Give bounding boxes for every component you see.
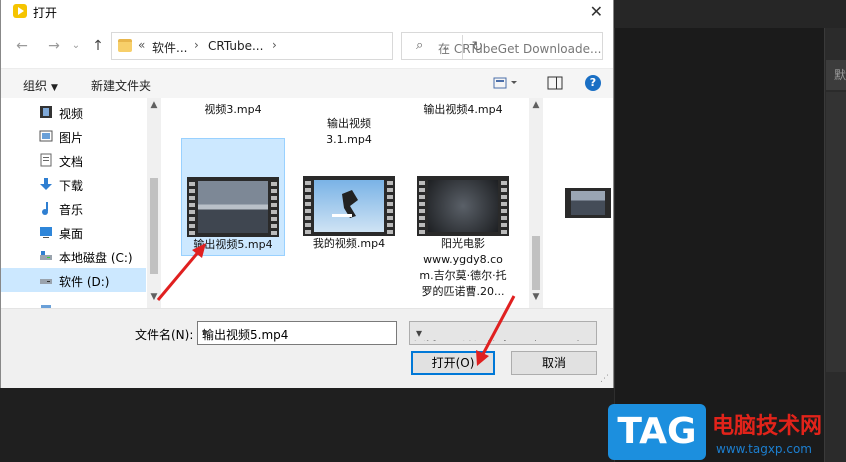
organize-menu[interactable]: 组织 ▼: [23, 77, 58, 94]
open-button[interactable]: 打开(O): [411, 351, 495, 375]
app-right-tab[interactable]: 默: [826, 60, 846, 90]
search-placeholder: 在 CRTubeGet Downloade...: [438, 42, 602, 56]
sidebar-item-label: 桌面: [59, 227, 84, 241]
breadcrumb-crtube[interactable]: CRTube...: [208, 39, 263, 53]
sidebar-item-videos[interactable]: 视频: [1, 100, 146, 124]
sidebar-item-pictures[interactable]: 图片: [1, 124, 146, 148]
desktop-icon: [39, 225, 53, 238]
sidebar-item-label: 下载: [59, 179, 84, 193]
video-icon: [39, 105, 53, 118]
file-item[interactable]: 视频3.mp4: [181, 102, 285, 118]
watermark-url: www.tagxp.com: [716, 442, 812, 456]
resize-grip-icon[interactable]: ⋰: [600, 374, 609, 384]
watermark-logo: TAG: [608, 404, 706, 460]
file-item-selected[interactable]: 输出视频5.mp4: [181, 138, 285, 256]
scrollbar-thumb[interactable]: [150, 178, 158, 274]
sidebar-item-label: 视频: [59, 107, 84, 121]
file-name: 输出视频4.mp4: [423, 103, 503, 116]
sidebar-item-drive-d[interactable]: 软件 (D:): [1, 268, 146, 292]
scrollbar-thumb[interactable]: [532, 236, 540, 290]
document-icon: [39, 153, 53, 167]
file-name: 阳光电影 www.ygdy8.co m.吉尔莫·德尔·托 罗的匹诺曹.20...: [419, 237, 507, 298]
breadcrumb-separator-icon[interactable]: ›: [194, 38, 199, 52]
dialog-titlebar: 打开 ✕: [1, 0, 613, 24]
music-icon: [39, 201, 53, 215]
command-bar: 组织 ▼ 新建文件夹 ?: [1, 68, 613, 98]
scroll-down-icon[interactable]: ▼: [147, 292, 161, 302]
file-list-scrollbar[interactable]: ▲ ▼: [529, 98, 543, 308]
search-icon: ⌕: [416, 38, 424, 53]
sidebar-item-downloads[interactable]: 下载: [1, 172, 146, 196]
help-button[interactable]: ?: [585, 75, 601, 91]
open-file-dialog: 打开 ✕ ← → ⌄ ↑ « 软件... › CRTube... › ⌄ ↻ ⌕…: [0, 0, 614, 388]
video-thumbnail: [181, 177, 285, 237]
new-folder-button[interactable]: 新建文件夹: [91, 77, 151, 94]
scroll-down-icon[interactable]: ▼: [529, 292, 543, 302]
dialog-footer: 文件名(N): 输出视频5.mp4 ▾ 支持的全部文件 (*.avi;*.wmv…: [1, 308, 613, 388]
file-name: 输出视频5.mp4: [193, 238, 273, 251]
video-thumbnail: [411, 176, 515, 236]
preview-pane-button[interactable]: [547, 75, 563, 93]
file-name: 我的视频.mp4: [312, 237, 386, 250]
caret-down-icon: ▼: [51, 83, 58, 93]
navigation-bar: ← → ⌄ ↑ « 软件... › CRTube... › ⌄ ↻ ⌕ 在 CR…: [1, 30, 613, 62]
sidebar-item-desktop[interactable]: 桌面: [1, 220, 146, 244]
change-view-button[interactable]: [493, 75, 521, 93]
filetype-select[interactable]: 支持的全部文件 (*.avi;*.wmv;*. ▾: [409, 321, 597, 345]
watermark: TAG 电脑技术网 www.tagxp.com: [608, 404, 846, 462]
back-button[interactable]: ←: [11, 36, 33, 56]
chevron-down-icon: ▾: [414, 326, 592, 340]
address-bar[interactable]: « 软件... › CRTube... › ⌄ ↻: [111, 32, 483, 60]
search-input[interactable]: ⌕ 在 CRTubeGet Downloade...: [401, 32, 603, 60]
sidebar-item-label: 软件 (D:): [59, 275, 110, 289]
drive-icon: [39, 249, 53, 262]
sidebar-item-music[interactable]: 音乐: [1, 196, 146, 220]
app-right-list: [826, 92, 846, 372]
drive-icon: [39, 273, 53, 286]
file-item[interactable]: 我的视频.mp4: [297, 138, 401, 256]
scroll-up-icon[interactable]: ▲: [529, 100, 543, 110]
watermark-title: 电脑技术网: [712, 414, 823, 439]
up-button[interactable]: ↑: [87, 36, 109, 56]
sidebar-item-label: 图片: [59, 131, 84, 145]
sidebar-scrollbar[interactable]: ▲ ▼: [147, 98, 161, 308]
app-content-panel: [614, 28, 824, 462]
scroll-up-icon[interactable]: ▲: [147, 100, 161, 110]
sidebar-item-label: 文档: [59, 155, 84, 169]
picture-icon: [39, 129, 53, 142]
view-icon: [493, 77, 517, 89]
file-item[interactable]: 阳光电影 www.ygdy8.co m.吉尔莫·德尔·托 罗的匹诺曹.20...: [411, 138, 515, 308]
folder-icon: [118, 39, 132, 52]
preview-pane-thumbnail: [565, 188, 611, 218]
sidebar-item-label: 音乐: [59, 203, 84, 217]
sidebar-item-drive-c[interactable]: 本地磁盘 (C:): [1, 244, 146, 268]
overflow-chevron-icon[interactable]: «: [138, 38, 145, 52]
app-top-bar: [614, 0, 846, 28]
filename-label: 文件名(N):: [135, 328, 194, 342]
file-name: 视频3.mp4: [204, 103, 262, 116]
file-item[interactable]: 输出视频4.mp4: [411, 102, 515, 118]
sidebar-item-network-partial[interactable]: [1, 298, 146, 308]
dialog-title: 打开: [33, 6, 58, 20]
sidebar-item-documents[interactable]: 文档: [1, 148, 146, 172]
navigation-pane: 视频 图片 文档 下载 音乐 桌面 本地磁盘 (C:) 软件 (D:) ▲ ▼: [1, 98, 161, 308]
app-logo-icon: [13, 4, 27, 18]
close-button[interactable]: ✕: [590, 2, 603, 21]
download-icon: [39, 177, 53, 190]
filename-input[interactable]: 输出视频5.mp4 ▾: [197, 321, 397, 345]
preview-pane-icon: [547, 76, 563, 90]
breadcrumb-separator-icon[interactable]: ›: [272, 38, 277, 52]
video-thumbnail: [297, 176, 401, 236]
chevron-down-icon[interactable]: ▾: [202, 326, 394, 340]
file-list: 视频3.mp4 输出视频 3.1.mp4 输出视频4.mp4 输出视频5.mp4…: [161, 98, 531, 308]
recent-locations-icon[interactable]: ⌄: [65, 36, 87, 56]
breadcrumb-software[interactable]: 软件...: [152, 39, 187, 56]
forward-button[interactable]: →: [43, 36, 65, 56]
cancel-button[interactable]: 取消: [511, 351, 597, 375]
sidebar-item-label: 本地磁盘 (C:): [59, 251, 133, 265]
